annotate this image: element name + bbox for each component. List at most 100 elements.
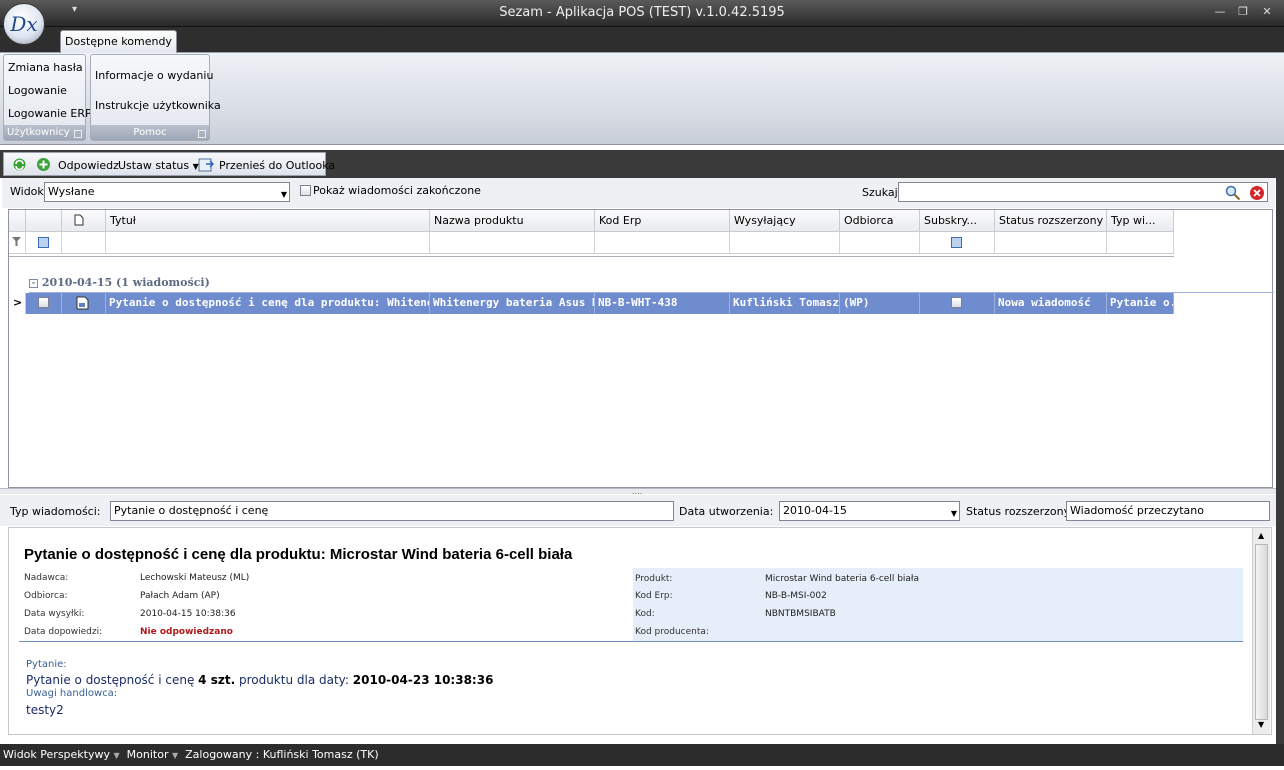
erp-code-label: Kod Erp:	[635, 591, 673, 601]
window-edge	[1276, 150, 1284, 744]
splitter[interactable]: ....	[0, 488, 1284, 496]
show-finished-label: Pokaż wiadomości zakończone	[313, 184, 481, 197]
set-status-label: Ustaw status	[118, 159, 190, 172]
show-finished-checkbox[interactable]	[300, 185, 311, 196]
header-attachment[interactable]	[62, 210, 106, 232]
preview-divider	[19, 641, 1243, 642]
release-info-button[interactable]: Informacje o wydaniu	[95, 69, 213, 82]
message-preview: Pytanie o dostępność i cenę dla produktu…	[8, 527, 1272, 735]
row-erp-code: NB-B-WHT-438	[595, 293, 730, 314]
filter-select-cell[interactable]	[26, 232, 62, 254]
ribbon-group-users: Zmiana hasła Logowanie Logowanie ERP Uży…	[3, 54, 92, 141]
status-perspectives[interactable]: Perspektywy ▼	[40, 748, 119, 761]
question-date: 2010-04-23 10:38:36	[352, 673, 494, 687]
ribbon-group-help: Informacje o wydaniu Instrukcje użytkown…	[90, 54, 221, 141]
column-header[interactable]: Odbiorca	[840, 210, 920, 232]
code-label: Kod:	[635, 609, 655, 619]
remarks-value: testy2	[26, 703, 64, 717]
set-status-button[interactable]: Ustaw status ▼	[118, 159, 199, 172]
filter-cell[interactable]	[430, 232, 595, 254]
ribbon-tab-bar	[0, 27, 1284, 53]
filter-subscription-cell[interactable]	[920, 232, 995, 254]
reply-date-label: Data dopowiedzi:	[24, 627, 103, 637]
column-header[interactable]: Nazwa produktu	[430, 210, 595, 232]
clear-search-icon[interactable]	[1249, 185, 1265, 201]
filter-checkbox[interactable]	[38, 237, 49, 248]
filter-row-icon	[9, 232, 26, 254]
status-view[interactable]: Widok	[3, 748, 37, 761]
filter-cell[interactable]	[595, 232, 730, 254]
product-label: Produkt:	[635, 574, 673, 584]
app-menu-button[interactable]: Dx	[3, 3, 45, 45]
row-checkbox[interactable]	[38, 297, 49, 308]
dialog-launcher-icon[interactable]	[74, 130, 82, 138]
search-label: Szukaj	[862, 186, 898, 199]
chevron-down-icon: ▼	[950, 509, 957, 518]
chevron-down-icon: ▼	[113, 751, 120, 760]
message-icon	[76, 296, 89, 310]
collapse-icon[interactable]: -	[29, 278, 38, 288]
move-to-outlook-button[interactable]: Przenieś do Outlooka	[219, 159, 335, 172]
column-header[interactable]: Typ wi...	[1107, 210, 1174, 232]
filter-cell[interactable]	[62, 232, 106, 254]
filter-cell[interactable]	[730, 232, 840, 254]
product-value: Microstar Wind bateria 6-cell biała	[765, 574, 919, 584]
column-header[interactable]: Kod Erp	[595, 210, 730, 232]
reply-button[interactable]: Odpowiedz	[58, 159, 119, 172]
row-attachment-cell	[62, 293, 106, 314]
view-select[interactable]: Wysłane ▼	[44, 182, 290, 202]
column-header[interactable]: Status rozszerzony	[995, 210, 1107, 232]
header-select[interactable]	[26, 210, 62, 232]
add-icon[interactable]	[36, 157, 51, 172]
filter-cell[interactable]	[106, 232, 430, 254]
scroll-down-icon[interactable]: ▼	[1258, 720, 1264, 729]
row-indicator-icon: >	[9, 293, 26, 314]
extended-status-field[interactable]: Wiadomość przeczytano	[1066, 501, 1270, 521]
login-button[interactable]: Logowanie	[8, 84, 67, 97]
filter-cell[interactable]	[995, 232, 1107, 254]
view-label: Widok	[10, 185, 44, 198]
recipient-label: Odbiorca:	[24, 591, 68, 601]
search-input[interactable]	[898, 182, 1268, 202]
status-monitor[interactable]: Monitor ▼	[127, 748, 178, 761]
login-erp-button[interactable]: Logowanie ERP	[8, 107, 92, 120]
message-toolbar: Odpowiedz Ustaw status ▼ Przenieś do Out…	[3, 152, 335, 176]
change-password-button[interactable]: Zmiana hasła	[8, 61, 83, 74]
column-header[interactable]: Subskry...	[920, 210, 995, 232]
product-info-panel	[633, 568, 1243, 642]
row-select-cell[interactable]	[26, 293, 62, 314]
user-manual-button[interactable]: Instrukcje użytkownika	[95, 99, 221, 112]
question-text: Pytanie o dostępność i cenę 4 szt. produ…	[26, 673, 493, 687]
refresh-icon[interactable]	[12, 157, 27, 172]
creation-date-field[interactable]: 2010-04-15 ▼	[779, 501, 960, 521]
outlook-icon	[198, 158, 214, 172]
restore-button[interactable]: ❐	[1232, 5, 1254, 18]
scroll-thumb[interactable]	[1255, 544, 1268, 720]
filter-cell[interactable]	[840, 232, 920, 254]
dialog-launcher-icon[interactable]	[198, 130, 206, 138]
row-product: Whitenergy bateria Asus N...	[430, 293, 595, 314]
column-header[interactable]: Wysyłający	[730, 210, 840, 232]
monitor-label: Monitor	[126, 748, 169, 761]
creation-date-value: 2010-04-15	[783, 504, 847, 517]
minimize-button[interactable]: —	[1209, 5, 1231, 18]
document-icon	[74, 214, 84, 226]
scroll-up-icon[interactable]: ▲	[1258, 531, 1264, 540]
message-type-field[interactable]: Pytanie o dostępność i cenę	[110, 501, 674, 521]
group-row[interactable]: - 2010-04-15 (1 wiadomości)	[29, 276, 1274, 293]
filter-cell[interactable]	[1107, 232, 1174, 254]
preview-heading: Pytanie o dostępność i cenę dla produktu…	[24, 546, 573, 563]
filter-checkbox[interactable]	[951, 237, 962, 248]
search-icon[interactable]	[1225, 185, 1241, 201]
producer-code-label: Kod producenta:	[635, 627, 709, 637]
row-checkbox[interactable]	[951, 297, 962, 308]
preview-scrollbar[interactable]: ▲ ▼	[1252, 528, 1270, 734]
column-header[interactable]: Tytuł	[106, 210, 430, 232]
row-type: Pytanie o...	[1107, 293, 1174, 314]
tab-available-commands[interactable]: Dostępne komendy	[60, 30, 177, 53]
status-bar: Widok Perspektywy ▼ Monitor ▼ Zalogowany…	[0, 744, 1284, 766]
group-label: 2010-04-15 (1 wiadomości)	[41, 276, 210, 289]
remarks-label: Uwagi handlowca:	[26, 688, 118, 699]
close-button[interactable]: ✕	[1256, 5, 1278, 18]
row-subscription-cell[interactable]	[920, 293, 995, 314]
